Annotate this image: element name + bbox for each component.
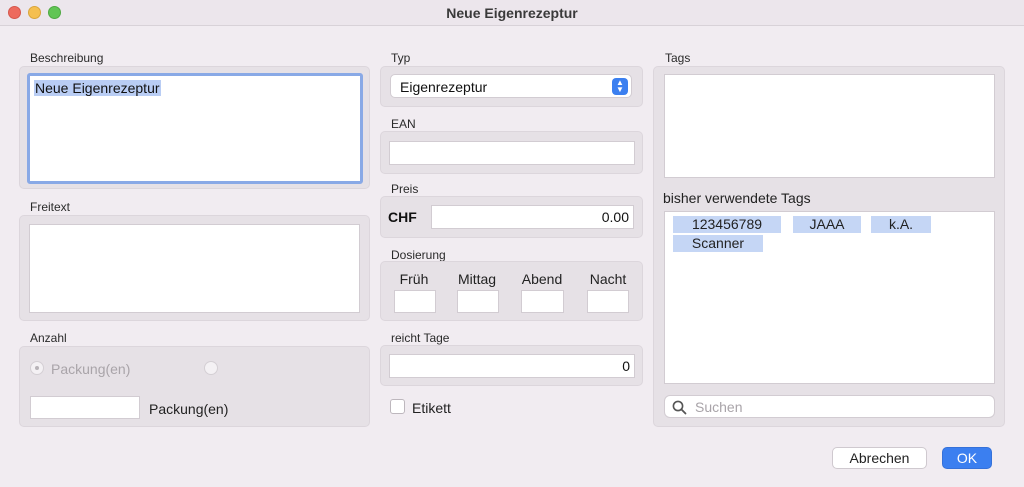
search-placeholder: Suchen xyxy=(695,399,743,415)
search-icon xyxy=(672,400,687,415)
window-title: Neue Eigenrezeptur xyxy=(446,5,578,21)
dosierung-mittag-label: Mittag xyxy=(457,271,497,287)
currency-label: CHF xyxy=(388,209,417,225)
packungen-radio-label: Packung(en) xyxy=(51,361,131,377)
preis-label: Preis xyxy=(391,182,419,196)
quantity-unit-label: Packung(en) xyxy=(149,401,229,417)
typ-selected-value: Eigenrezeptur xyxy=(400,79,488,95)
reicht-tage-label: reicht Tage xyxy=(391,331,450,345)
typ-select[interactable]: Eigenrezeptur ▲ ▼ xyxy=(390,74,632,98)
tags-group: bisher verwendete Tags 123456789 JAAA k.… xyxy=(653,66,1005,427)
dosierung-nacht-label: Nacht xyxy=(589,271,627,287)
select-arrows-icon: ▲ ▼ xyxy=(612,78,628,95)
beschreibung-label: Beschreibung xyxy=(30,51,104,65)
tags-label: Tags xyxy=(665,51,691,65)
tag-item[interactable]: k.A. xyxy=(871,216,931,233)
typ-group: Eigenrezeptur ▲ ▼ xyxy=(380,66,643,107)
preis-group: CHF 0.00 xyxy=(380,196,643,238)
anzahl-group: Packung(en) Packung(en) xyxy=(19,346,370,427)
typ-label: Typ xyxy=(391,51,411,65)
freitext-textarea[interactable] xyxy=(29,224,360,313)
radio-selected-dot xyxy=(35,366,39,370)
tag-search-field[interactable]: Suchen xyxy=(664,395,995,418)
tags-editor[interactable] xyxy=(664,74,995,178)
title-bar: Neue Eigenrezeptur xyxy=(0,0,1024,26)
dosierung-group: Früh Mittag Abend Nacht xyxy=(380,261,643,321)
freitext-group xyxy=(19,215,370,321)
cancel-button[interactable]: Abrechen xyxy=(832,447,927,469)
dosierung-nacht-input[interactable] xyxy=(587,290,629,313)
dosierung-label: Dosierung xyxy=(391,248,446,262)
beschreibung-group: Neue Eigenrezeptur xyxy=(19,66,370,189)
tag-item[interactable]: 123456789 xyxy=(673,216,781,233)
tag-item[interactable]: Scanner xyxy=(673,235,763,252)
beschreibung-textarea[interactable]: Neue Eigenrezeptur xyxy=(27,73,363,184)
dosierung-frueh-input[interactable] xyxy=(394,290,436,313)
ean-label: EAN xyxy=(391,117,416,131)
ok-button[interactable]: OK xyxy=(942,447,992,469)
tag-item[interactable]: JAAA xyxy=(793,216,861,233)
freitext-label: Freitext xyxy=(30,200,71,214)
second-radio[interactable] xyxy=(204,361,218,375)
etikett-checkbox[interactable] xyxy=(390,399,405,414)
dosierung-frueh-label: Früh xyxy=(399,271,429,287)
etikett-label: Etikett xyxy=(412,400,451,416)
ean-group xyxy=(380,131,643,174)
reicht-tage-group: 0 xyxy=(380,345,643,386)
reicht-tage-input[interactable]: 0 xyxy=(389,354,635,378)
dosierung-abend-label: Abend xyxy=(521,271,563,287)
beschreibung-text: Neue Eigenrezeptur xyxy=(34,80,161,96)
used-tags-label: bisher verwendete Tags xyxy=(663,190,811,206)
anzahl-label: Anzahl xyxy=(30,331,67,345)
dosierung-mittag-input[interactable] xyxy=(457,290,499,313)
preis-input[interactable]: 0.00 xyxy=(431,205,634,229)
ean-input[interactable] xyxy=(389,141,635,165)
packungen-radio[interactable] xyxy=(30,361,44,375)
used-tags-list[interactable]: 123456789 JAAA k.A. Scanner xyxy=(664,211,995,384)
dosierung-abend-input[interactable] xyxy=(521,290,564,313)
quantity-input[interactable] xyxy=(30,396,140,419)
